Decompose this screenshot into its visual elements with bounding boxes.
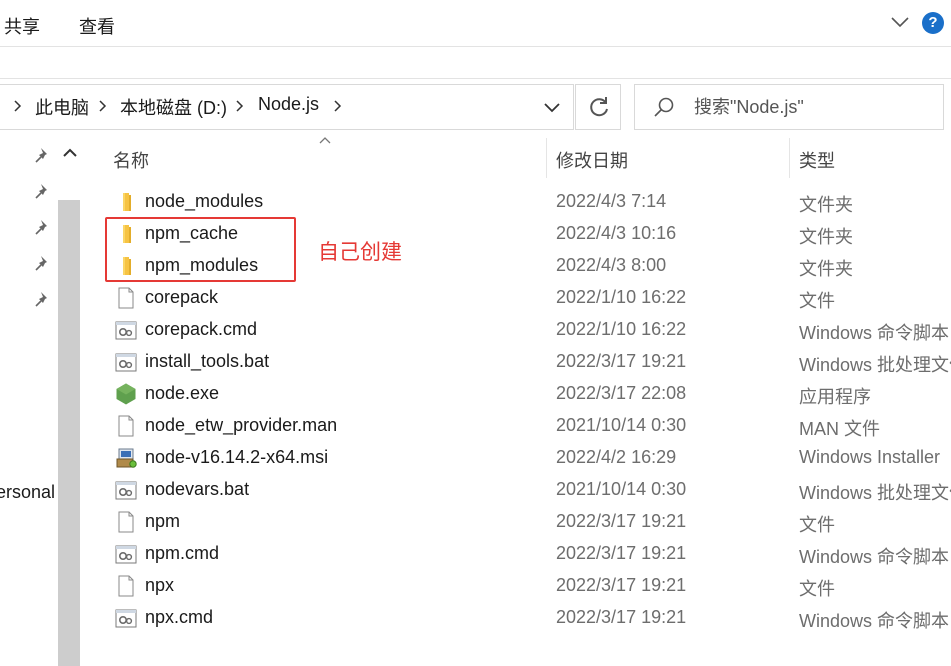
- file-modified-date: 2022/3/17 19:21: [556, 543, 687, 563]
- file-modified-date: 2022/3/17 19:21: [556, 607, 687, 627]
- nav-item-personal[interactable]: ersonal: [0, 482, 55, 503]
- file-icon: [114, 510, 138, 534]
- file-type: Windows 批处理文件: [799, 355, 951, 375]
- search-icon: [654, 97, 674, 117]
- breadcrumb-this-pc[interactable]: 此电脑: [35, 94, 89, 120]
- script-file-icon: [114, 606, 138, 630]
- file-explorer-window: 共享 查看 ? 此电脑 本地磁盘 (D:) Node.js 搜索"Node.js…: [0, 0, 951, 666]
- search-input[interactable]: [694, 95, 934, 119]
- file-type: 文件夹: [799, 227, 853, 247]
- file-type: 文件: [799, 291, 835, 311]
- file-type: Windows 批处理文件: [799, 483, 951, 503]
- scroll-up-arrow-icon[interactable]: [60, 145, 80, 161]
- ribbon-divider: [0, 46, 951, 47]
- script-file-icon: [114, 478, 138, 502]
- column-divider[interactable]: [546, 138, 547, 178]
- ribbon-tab-view[interactable]: 查看: [79, 13, 115, 39]
- file-name: npm.cmd: [145, 543, 220, 563]
- folder-icon: [114, 190, 138, 214]
- file-row[interactable]: node-v16.14.2-x64.msi 2022/4/2 16:29 Windo…: [106, 442, 951, 474]
- file-modified-date: 2022/1/10 16:22: [556, 319, 687, 339]
- ribbon-tab-share[interactable]: 共享: [4, 13, 40, 39]
- script-file-icon: [114, 542, 138, 566]
- file-type: 文件夹: [799, 259, 853, 279]
- file-modified-date: 2022/3/17 22:08: [556, 383, 687, 403]
- file-modified-date: 2022/3/17 19:21: [556, 575, 687, 595]
- help-button[interactable]: ?: [922, 12, 944, 34]
- sort-ascending-icon: [319, 137, 331, 144]
- column-header-modified[interactable]: 修改日期: [556, 147, 628, 173]
- file-name: node_modules: [145, 191, 264, 211]
- file-row[interactable]: install_tools.bat 2022/3/17 19:21 Windows …: [106, 346, 951, 378]
- chevron-right-icon[interactable]: [233, 95, 247, 117]
- file-modified-date: 2022/4/3 10:16: [556, 223, 677, 243]
- annotation-highlight-box: [105, 217, 296, 282]
- column-header-name[interactable]: 名称: [113, 147, 149, 173]
- breadcrumb-nodejs[interactable]: Node.js: [258, 94, 319, 115]
- nav-scrollbar-thumb[interactable]: [58, 200, 80, 666]
- pin-icon[interactable]: [34, 290, 52, 308]
- nodejs-hexagon-icon: [114, 382, 138, 406]
- chevron-down-icon[interactable]: [890, 14, 910, 30]
- file-type: Windows 命令脚本: [799, 547, 950, 567]
- column-divider[interactable]: [789, 138, 790, 178]
- file-type: Windows Installer: [799, 447, 941, 467]
- file-name: install_tools.bat: [145, 351, 270, 371]
- file-type: 文件夹: [799, 195, 853, 215]
- file-name: npx: [145, 575, 175, 595]
- address-history-dropdown-icon[interactable]: [540, 96, 564, 118]
- file-name: npx.cmd: [145, 607, 214, 627]
- column-header-type[interactable]: 类型: [799, 147, 835, 173]
- file-row[interactable]: node_etw_provider.man 2021/10/14 0:30 MAN …: [106, 410, 951, 442]
- file-name: node-v16.14.2-x64.msi: [145, 447, 329, 467]
- pin-icon[interactable]: [34, 182, 52, 200]
- file-modified-date: 2022/4/3 7:14: [556, 191, 667, 211]
- file-modified-date: 2021/10/14 0:30: [556, 415, 687, 435]
- file-row[interactable]: corepack 2022/1/10 16:22 文件: [106, 282, 951, 314]
- file-modified-date: 2022/4/3 8:00: [556, 255, 667, 275]
- refresh-icon[interactable]: [586, 94, 612, 120]
- annotation-label: 自己创建: [318, 241, 402, 264]
- file-row[interactable]: npm 2022/3/17 19:21 文件: [106, 506, 951, 538]
- file-row[interactable]: node.exe 2022/3/17 22:08 应用程序: [106, 378, 951, 410]
- chevron-right-icon[interactable]: [96, 95, 110, 117]
- file-modified-date: 2021/10/14 0:30: [556, 479, 687, 499]
- file-icon: [114, 286, 138, 310]
- file-type: Windows 命令脚本: [799, 611, 950, 631]
- pin-icon[interactable]: [34, 218, 52, 236]
- file-name: node_etw_provider.man: [145, 415, 338, 435]
- file-type: MAN 文件: [799, 419, 880, 439]
- file-row[interactable]: npm.cmd 2022/3/17 19:21 Windows 命令脚本: [106, 538, 951, 570]
- file-name: corepack.cmd: [145, 319, 258, 339]
- file-row[interactable]: node_modules 2022/4/3 7:14 文件夹: [106, 186, 951, 218]
- ribbon: 共享 查看 ?: [0, 0, 951, 46]
- file-name: npm: [145, 511, 181, 531]
- file-icon: [114, 574, 138, 598]
- file-modified-date: 2022/3/17 19:21: [556, 511, 687, 531]
- pin-icon[interactable]: [34, 254, 52, 272]
- script-file-icon: [114, 318, 138, 342]
- installer-package-icon: [114, 446, 138, 470]
- file-modified-date: 2022/4/2 16:29: [556, 447, 677, 467]
- file-row[interactable]: corepack.cmd 2022/1/10 16:22 Windows 命令脚本: [106, 314, 951, 346]
- pin-icon[interactable]: [34, 146, 52, 164]
- file-name: nodevars.bat: [145, 479, 250, 499]
- file-icon: [114, 414, 138, 438]
- script-file-icon: [114, 350, 138, 374]
- file-modified-date: 2022/3/17 19:21: [556, 351, 687, 371]
- file-type: 文件: [799, 579, 835, 599]
- file-modified-date: 2022/1/10 16:22: [556, 287, 687, 307]
- file-name: node.exe: [145, 383, 220, 403]
- chevron-right-icon[interactable]: [331, 95, 345, 117]
- file-row[interactable]: npx.cmd 2022/3/17 19:21 Windows 命令脚本: [106, 602, 951, 634]
- file-type: 应用程序: [799, 387, 871, 407]
- ribbon-bottom-divider: [0, 78, 951, 79]
- file-row[interactable]: npx 2022/3/17 19:21 文件: [106, 570, 951, 602]
- file-type: 文件: [799, 515, 835, 535]
- breadcrumb-local-disk[interactable]: 本地磁盘 (D:): [120, 94, 227, 120]
- file-name: corepack: [145, 287, 219, 307]
- file-row[interactable]: nodevars.bat 2021/10/14 0:30 Windows 批处理文件: [106, 474, 951, 506]
- file-type: Windows 命令脚本: [799, 323, 950, 343]
- chevron-right-icon[interactable]: [11, 95, 25, 117]
